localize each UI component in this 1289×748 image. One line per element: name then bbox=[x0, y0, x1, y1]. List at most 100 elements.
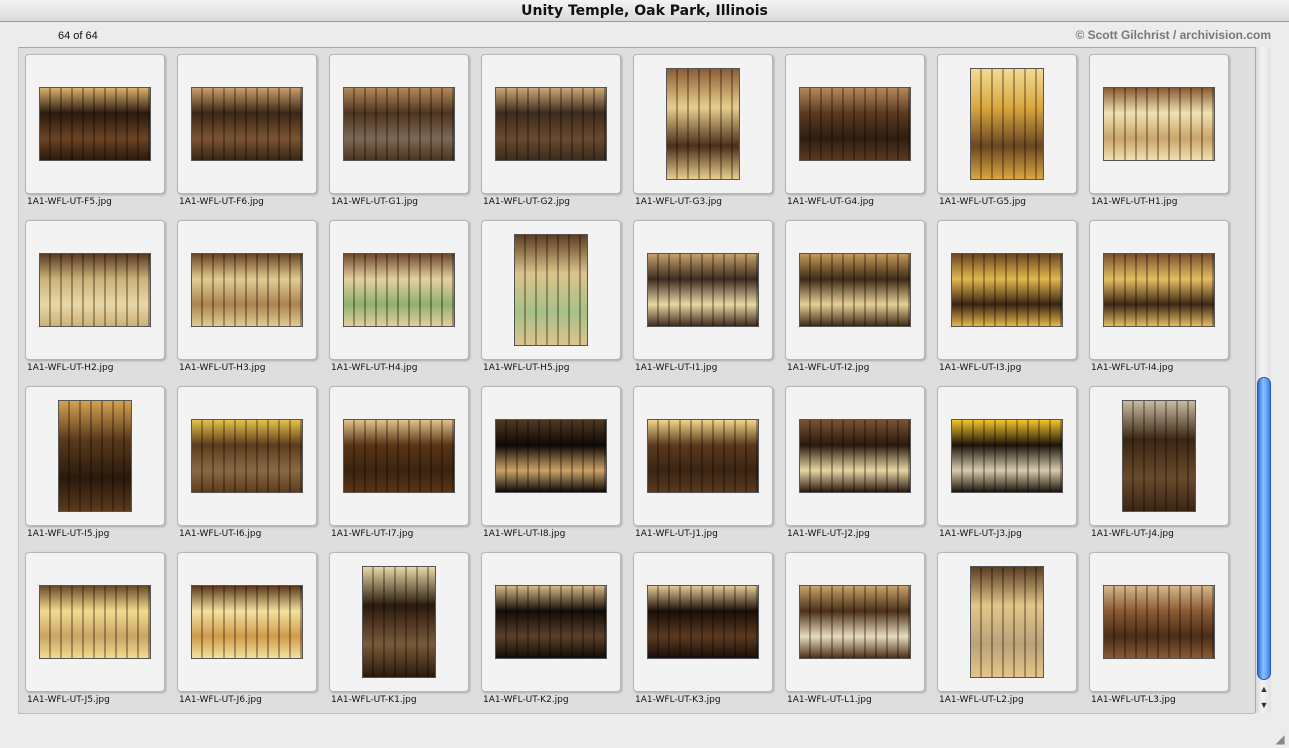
thumbnail-item[interactable]: 1A1-WFL-UT-J3.jpg bbox=[937, 386, 1089, 552]
thumbnail-image[interactable] bbox=[1103, 585, 1215, 659]
thumbnail-item[interactable]: 1A1-WFL-UT-G3.jpg bbox=[633, 54, 785, 220]
slide-mount[interactable] bbox=[177, 220, 317, 360]
thumbnail-image[interactable] bbox=[58, 400, 132, 512]
thumbnail-item[interactable]: 1A1-WFL-UT-I3.jpg bbox=[937, 220, 1089, 386]
slide-mount[interactable] bbox=[481, 386, 621, 526]
thumbnail-image[interactable] bbox=[970, 566, 1044, 678]
thumbnail-item[interactable]: 1A1-WFL-UT-L2.jpg bbox=[937, 552, 1089, 713]
thumbnail-image[interactable] bbox=[799, 419, 911, 493]
thumbnail-item[interactable]: 1A1-WFL-UT-H4.jpg bbox=[329, 220, 481, 386]
slide-mount[interactable] bbox=[937, 54, 1077, 194]
thumbnail-image[interactable] bbox=[191, 585, 303, 659]
scrollbar-thumb[interactable] bbox=[1257, 377, 1271, 680]
thumbnail-image[interactable] bbox=[1103, 253, 1215, 327]
thumbnail-image[interactable] bbox=[970, 68, 1044, 180]
slide-mount[interactable] bbox=[785, 552, 925, 692]
slide-mount[interactable] bbox=[25, 220, 165, 360]
slide-mount[interactable] bbox=[1089, 220, 1229, 360]
horizontal-scrollbar[interactable] bbox=[18, 713, 1255, 729]
thumbnail-image[interactable] bbox=[343, 87, 455, 161]
thumbnail-image[interactable] bbox=[39, 87, 151, 161]
thumbnail-item[interactable]: 1A1-WFL-UT-G5.jpg bbox=[937, 54, 1089, 220]
scroll-up-arrow-icon[interactable]: ▲ bbox=[1256, 681, 1272, 697]
thumbnail-image[interactable] bbox=[514, 234, 588, 346]
slide-mount[interactable] bbox=[329, 386, 469, 526]
thumbnail-image[interactable] bbox=[495, 419, 607, 493]
slide-mount[interactable] bbox=[633, 552, 773, 692]
thumbnail-item[interactable]: 1A1-WFL-UT-J4.jpg bbox=[1089, 386, 1241, 552]
slide-mount[interactable] bbox=[785, 54, 925, 194]
slide-mount[interactable] bbox=[329, 552, 469, 692]
thumbnail-item[interactable]: 1A1-WFL-UT-J2.jpg bbox=[785, 386, 937, 552]
thumbnail-item[interactable]: 1A1-WFL-UT-F5.jpg bbox=[25, 54, 177, 220]
thumbnail-item[interactable]: 1A1-WFL-UT-I8.jpg bbox=[481, 386, 633, 552]
thumbnail-item[interactable]: 1A1-WFL-UT-I5.jpg bbox=[25, 386, 177, 552]
thumbnail-image[interactable] bbox=[799, 585, 911, 659]
thumbnail-image[interactable] bbox=[1122, 400, 1196, 512]
thumbnail-image[interactable] bbox=[39, 253, 151, 327]
slide-mount[interactable] bbox=[937, 220, 1077, 360]
slide-mount[interactable] bbox=[1089, 54, 1229, 194]
thumbnail-image[interactable] bbox=[191, 419, 303, 493]
slide-mount[interactable] bbox=[25, 54, 165, 194]
thumbnail-image[interactable] bbox=[191, 87, 303, 161]
thumbnail-item[interactable]: 1A1-WFL-UT-K3.jpg bbox=[633, 552, 785, 713]
slide-mount[interactable] bbox=[481, 54, 621, 194]
slide-mount[interactable] bbox=[481, 220, 621, 360]
slide-mount[interactable] bbox=[177, 386, 317, 526]
thumbnail-item[interactable]: 1A1-WFL-UT-K2.jpg bbox=[481, 552, 633, 713]
thumbnail-image[interactable] bbox=[799, 87, 911, 161]
thumbnail-item[interactable]: 1A1-WFL-UT-I7.jpg bbox=[329, 386, 481, 552]
thumbnail-image[interactable] bbox=[191, 253, 303, 327]
thumbnail-item[interactable]: 1A1-WFL-UT-F6.jpg bbox=[177, 54, 329, 220]
thumbnail-item[interactable]: 1A1-WFL-UT-I2.jpg bbox=[785, 220, 937, 386]
thumbnail-item[interactable]: 1A1-WFL-UT-J6.jpg bbox=[177, 552, 329, 713]
thumbnail-item[interactable]: 1A1-WFL-UT-I1.jpg bbox=[633, 220, 785, 386]
thumbnail-image[interactable] bbox=[799, 253, 911, 327]
thumbnail-item[interactable]: 1A1-WFL-UT-I6.jpg bbox=[177, 386, 329, 552]
slide-mount[interactable] bbox=[481, 552, 621, 692]
slide-mount[interactable] bbox=[937, 386, 1077, 526]
thumbnail-item[interactable]: 1A1-WFL-UT-L3.jpg bbox=[1089, 552, 1241, 713]
thumbnail-image[interactable] bbox=[343, 253, 455, 327]
slide-mount[interactable] bbox=[25, 552, 165, 692]
resize-handle-icon[interactable]: ◢ bbox=[1273, 732, 1287, 746]
slide-mount[interactable] bbox=[177, 552, 317, 692]
thumbnail-image[interactable] bbox=[1103, 87, 1215, 161]
thumbnail-item[interactable]: 1A1-WFL-UT-H1.jpg bbox=[1089, 54, 1241, 220]
slide-mount[interactable] bbox=[329, 54, 469, 194]
thumbnail-image[interactable] bbox=[39, 585, 151, 659]
thumbnail-item[interactable]: 1A1-WFL-UT-G4.jpg bbox=[785, 54, 937, 220]
slide-mount[interactable] bbox=[937, 552, 1077, 692]
thumbnail-item[interactable]: 1A1-WFL-UT-G1.jpg bbox=[329, 54, 481, 220]
slide-mount[interactable] bbox=[785, 386, 925, 526]
thumbnail-image[interactable] bbox=[495, 585, 607, 659]
slide-mount[interactable] bbox=[329, 220, 469, 360]
thumbnail-image[interactable] bbox=[647, 253, 759, 327]
thumbnail-image[interactable] bbox=[647, 585, 759, 659]
scroll-down-arrow-icon[interactable]: ▼ bbox=[1256, 697, 1272, 713]
thumbnail-item[interactable]: 1A1-WFL-UT-H2.jpg bbox=[25, 220, 177, 386]
thumbnail-image[interactable] bbox=[951, 419, 1063, 493]
thumbnail-item[interactable]: 1A1-WFL-UT-I4.jpg bbox=[1089, 220, 1241, 386]
thumbnail-image[interactable] bbox=[666, 68, 740, 180]
slide-mount[interactable] bbox=[177, 54, 317, 194]
thumbnail-image[interactable] bbox=[647, 419, 759, 493]
slide-mount[interactable] bbox=[633, 54, 773, 194]
slide-mount[interactable] bbox=[633, 386, 773, 526]
thumbnail-image[interactable] bbox=[495, 87, 607, 161]
slide-mount[interactable] bbox=[1089, 386, 1229, 526]
thumbnail-item[interactable]: 1A1-WFL-UT-L1.jpg bbox=[785, 552, 937, 713]
vertical-scrollbar[interactable]: ▲ ▼ bbox=[1255, 47, 1271, 713]
thumbnail-image[interactable] bbox=[343, 419, 455, 493]
thumbnail-item[interactable]: 1A1-WFL-UT-K1.jpg bbox=[329, 552, 481, 713]
slide-mount[interactable] bbox=[633, 220, 773, 360]
thumbnail-item[interactable]: 1A1-WFL-UT-G2.jpg bbox=[481, 54, 633, 220]
thumbnail-item[interactable]: 1A1-WFL-UT-J5.jpg bbox=[25, 552, 177, 713]
thumbnail-item[interactable]: 1A1-WFL-UT-J1.jpg bbox=[633, 386, 785, 552]
slide-mount[interactable] bbox=[25, 386, 165, 526]
slide-mount[interactable] bbox=[1089, 552, 1229, 692]
thumbnail-image[interactable] bbox=[362, 566, 436, 678]
thumbnail-image[interactable] bbox=[951, 253, 1063, 327]
thumbnail-item[interactable]: 1A1-WFL-UT-H5.jpg bbox=[481, 220, 633, 386]
